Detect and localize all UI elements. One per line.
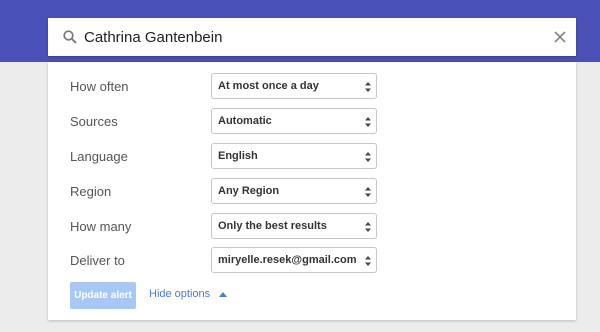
deliver-to-label: Deliver to: [70, 253, 125, 268]
select-arrows-icon: [365, 187, 371, 197]
region-select[interactable]: Any Region: [211, 178, 377, 204]
option-row-language: Language English: [48, 143, 576, 169]
select-arrows-icon: [365, 256, 371, 266]
deliver-to-select[interactable]: miryelle.resek@gmail.com: [211, 247, 377, 273]
select-arrows-icon: [365, 117, 371, 127]
sources-label: Sources: [70, 114, 118, 129]
hide-options-link[interactable]: Hide options: [149, 288, 228, 304]
how-many-select[interactable]: Only the best results: [211, 213, 377, 239]
option-row-deliver-to: Deliver to miryelle.resek@gmail.com: [48, 247, 576, 273]
deliver-to-value: miryelle.resek@gmail.com: [218, 254, 357, 266]
option-row-how-often: How often At most once a day: [48, 73, 576, 99]
option-row-sources: Sources Automatic: [48, 108, 576, 134]
region-label: Region: [70, 184, 112, 199]
search-box[interactable]: [48, 18, 576, 56]
how-often-label: How often: [70, 79, 129, 94]
search-icon: [63, 30, 77, 44]
hide-options-label: Hide options: [149, 288, 211, 300]
language-select[interactable]: English: [211, 143, 377, 169]
sources-value: Automatic: [218, 115, 272, 127]
update-alert-button[interactable]: Update alert: [70, 282, 136, 309]
caret-up-icon: [219, 291, 228, 297]
language-value: English: [218, 150, 258, 162]
option-row-how-many: How many Only the best results: [48, 213, 576, 239]
how-many-value: Only the best results: [218, 220, 327, 232]
how-often-value: At most once a day: [218, 80, 319, 92]
how-many-label: How many: [70, 219, 132, 234]
close-icon[interactable]: [552, 29, 568, 45]
region-value: Any Region: [218, 185, 280, 197]
select-arrows-icon: [365, 222, 371, 232]
select-arrows-icon: [365, 82, 371, 92]
search-input[interactable]: [84, 18, 524, 56]
select-arrows-icon: [365, 152, 371, 162]
alert-options-card: How often At most once a day Sources Aut…: [48, 62, 576, 320]
option-row-region: Region Any Region: [48, 178, 576, 204]
how-often-select[interactable]: At most once a day: [211, 73, 377, 99]
sources-select[interactable]: Automatic: [211, 108, 377, 134]
language-label: Language: [70, 149, 128, 164]
